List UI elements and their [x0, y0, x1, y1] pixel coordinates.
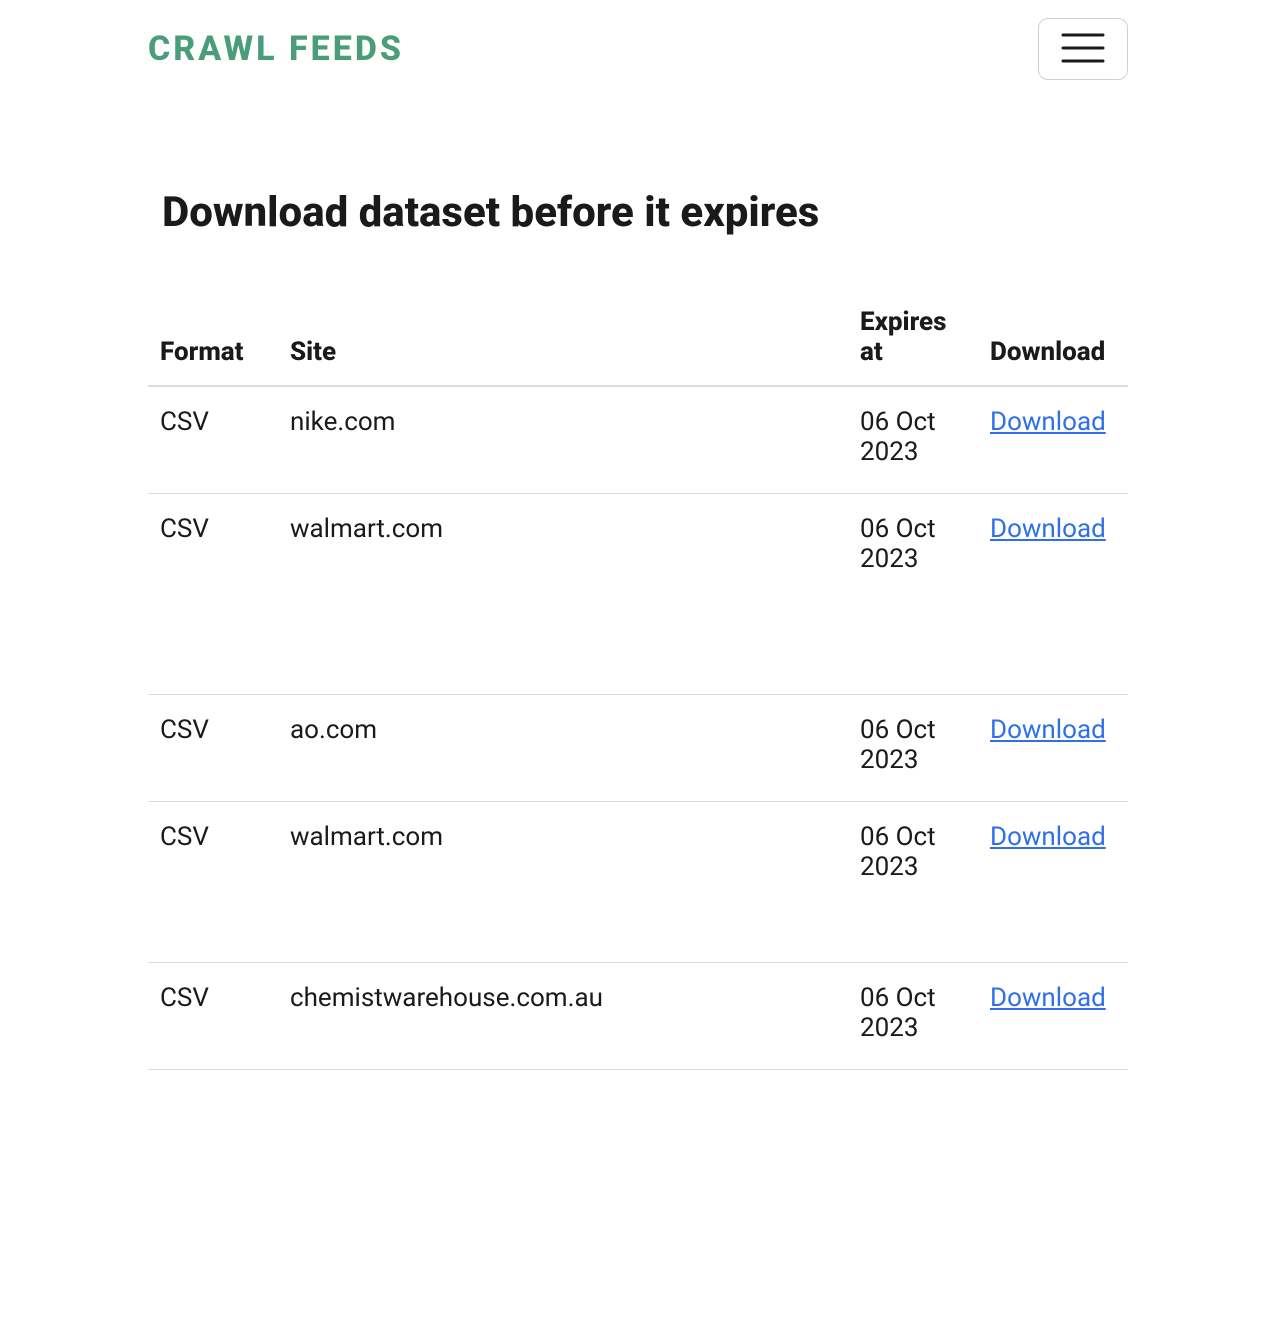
- cell-site: walmart.com: [278, 802, 848, 963]
- table-row: CSV nike.com 06 Oct 2023 Download: [148, 386, 1128, 494]
- page-title: Download dataset before it expires: [148, 188, 1128, 237]
- main-content: Download dataset before it expires Forma…: [108, 188, 1168, 1070]
- col-header-expires: Expires at: [848, 297, 978, 386]
- cell-format: CSV: [148, 386, 278, 494]
- cell-format: CSV: [148, 494, 278, 695]
- cell-expires: 06 Oct 2023: [848, 695, 978, 802]
- col-header-download: Download: [978, 297, 1128, 386]
- brand-link[interactable]: CRAWL FEEDS: [148, 29, 404, 69]
- table-row: CSV ao.com 06 Oct 2023 Download: [148, 695, 1128, 802]
- table-row: CSV walmart.com 06 Oct 2023 Download: [148, 494, 1128, 695]
- table-header-row: Format Site Expires at Download: [148, 297, 1128, 386]
- col-header-site: Site: [278, 297, 848, 386]
- cell-expires: 06 Oct 2023: [848, 802, 978, 963]
- download-link[interactable]: Download: [990, 715, 1106, 745]
- cell-site: nike.com: [278, 386, 848, 494]
- hamburger-icon: [1061, 31, 1105, 68]
- cell-format: CSV: [148, 963, 278, 1070]
- download-link[interactable]: Download: [990, 983, 1106, 1013]
- navbar: CRAWL FEEDS: [108, 0, 1168, 98]
- download-link[interactable]: Download: [990, 822, 1106, 852]
- table-row: CSV chemistwarehouse.com.au 06 Oct 2023 …: [148, 963, 1128, 1070]
- cell-expires: 06 Oct 2023: [848, 386, 978, 494]
- cell-site: chemistwarehouse.com.au: [278, 963, 848, 1070]
- menu-toggle-button[interactable]: [1038, 18, 1128, 80]
- download-link[interactable]: Download: [990, 514, 1106, 544]
- cell-expires: 06 Oct 2023: [848, 963, 978, 1070]
- cell-site: walmart.com: [278, 494, 848, 695]
- cell-format: CSV: [148, 802, 278, 963]
- col-header-format: Format: [148, 297, 278, 386]
- download-link[interactable]: Download: [990, 407, 1106, 437]
- table-row: CSV walmart.com 06 Oct 2023 Download: [148, 802, 1128, 963]
- cell-expires: 06 Oct 2023: [848, 494, 978, 695]
- cell-format: CSV: [148, 695, 278, 802]
- datasets-table: Format Site Expires at Download CSV nike…: [148, 297, 1128, 1070]
- cell-site: ao.com: [278, 695, 848, 802]
